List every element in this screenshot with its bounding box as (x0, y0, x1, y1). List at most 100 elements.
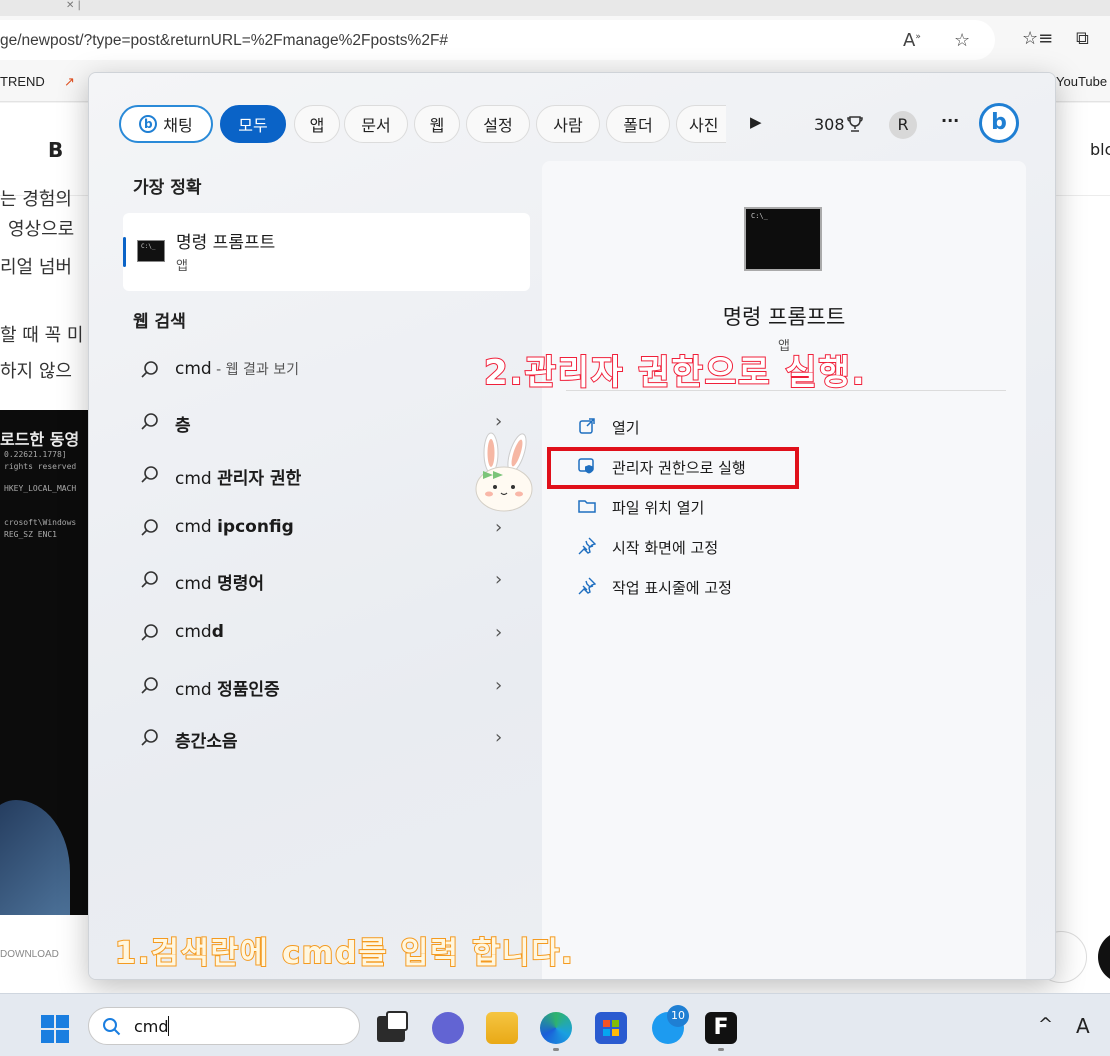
action-label: 열기 (612, 419, 640, 437)
url-field[interactable]: ge/newpost/?type=post&returnURL=%2Fmanag… (0, 20, 995, 60)
favorite-star-icon[interactable]: ☆ (954, 30, 970, 51)
file-explorer-icon[interactable] (486, 1012, 518, 1044)
chip-label: 사람 (553, 116, 583, 135)
trend-chart-icon: ↗ (64, 74, 75, 89)
teams-chat-icon[interactable] (432, 1012, 464, 1044)
bold-button[interactable]: B (48, 138, 63, 162)
highlight-box (547, 447, 799, 489)
bookmark-trend[interactable]: TREND (0, 74, 45, 89)
search-icon (141, 624, 158, 641)
web-result-item[interactable]: cmd 명령어 › (139, 563, 519, 603)
dark-circle-button[interactable] (1098, 931, 1110, 983)
chevron-right-icon[interactable]: › (495, 727, 502, 748)
search-icon (141, 519, 158, 536)
annotation-step-2: 2.관리자 권한으로 실행. (483, 352, 867, 394)
search-icon (103, 1018, 121, 1036)
search-text: cmd (134, 1017, 169, 1036)
bing-icon: b (139, 115, 158, 133)
chip-photos[interactable]: 사진 (676, 105, 726, 143)
web-result-text: cmd (175, 574, 218, 594)
favorites-list-icon[interactable]: ☆≡ (1022, 28, 1053, 49)
action-open[interactable]: 열기 (578, 414, 878, 442)
web-result-text: cmd (175, 622, 212, 642)
web-result-item[interactable]: cmdd › (139, 616, 519, 656)
tray-overflow-icon[interactable]: ^ (1038, 1014, 1053, 1035)
taskbar-search-input[interactable]: cmd (88, 1007, 360, 1045)
web-result-item[interactable]: cmd 정품인증 › (139, 669, 519, 709)
text-caret (168, 1016, 169, 1036)
best-match-type: 앱 (176, 259, 188, 274)
body-text-line: 하지 않으 (0, 361, 72, 382)
chip-chat[interactable]: b 채팅 (119, 105, 213, 143)
best-match-result[interactable]: C:\_ 명령 프롬프트 앱 (123, 213, 530, 291)
body-text-line: 는 경험의 (0, 189, 72, 210)
chip-all[interactable]: 모두 (220, 105, 286, 143)
edge-browser-icon[interactable] (540, 1012, 572, 1044)
read-aloud-icon[interactable]: A» (903, 30, 921, 51)
download-label[interactable]: DOWNLOAD (0, 949, 59, 960)
web-result-bold: 명령어 (217, 574, 265, 594)
search-icon (141, 413, 158, 430)
app-f-icon[interactable]: F (705, 1012, 737, 1044)
action-pin-to-taskbar[interactable]: 작업 표시줄에 고정 (578, 574, 878, 602)
chevron-right-icon[interactable]: › (495, 569, 502, 590)
web-result-item[interactable]: 층 › (139, 405, 519, 445)
chip-label: 설정 (483, 116, 513, 135)
bookmark-youtube[interactable]: YouTube (1056, 74, 1107, 89)
best-match-title: 명령 프롬프트 (176, 233, 276, 253)
chip-apps[interactable]: 앱 (294, 105, 340, 143)
web-result-bold: 층 (175, 416, 191, 436)
bing-logo-icon[interactable]: b (979, 103, 1019, 143)
web-result-item[interactable]: 층간소음 › (139, 721, 519, 761)
search-icon (141, 729, 158, 746)
chevron-right-icon[interactable]: › (495, 622, 502, 643)
taskbar: cmd 10 F ^ A (0, 993, 1110, 1056)
video-terminal-line: crosoft\Windows (4, 518, 77, 527)
video-terminal-line: REG_SZ ENC1 (4, 530, 57, 539)
task-view-front-icon (386, 1011, 408, 1031)
web-search-heading: 웹 검색 (133, 312, 186, 332)
chip-folders[interactable]: 폴더 (606, 105, 670, 143)
rewards-trophy-icon (847, 116, 863, 132)
chevron-right-icon[interactable]: › (495, 675, 502, 696)
body-text-line: 리얼 넘버 (0, 257, 72, 278)
open-external-icon (579, 418, 595, 434)
more-options-icon[interactable]: ··· (941, 111, 959, 130)
web-result-item[interactable]: cmd 관리자 권한 (139, 458, 519, 498)
chevron-right-icon[interactable]: › (495, 517, 502, 538)
video-terminal-line: HKEY_LOCAL_MACH (4, 484, 77, 493)
video-terminal-line: rights reserved (4, 462, 77, 471)
chevron-right-icon[interactable]: › (495, 411, 502, 432)
video-thumbnail[interactable]: 로드한 동영 0.22621.1778] rights reserved HKE… (0, 410, 88, 915)
input-language-indicator[interactable]: A (1076, 1014, 1090, 1038)
web-result-bold: d (211, 622, 224, 642)
notification-badge: 10 (667, 1005, 689, 1027)
detail-pane: C:\_ 명령 프롬프트 앱 열기 관리자 권한으로 실행 파일 위치 열기 시… (542, 161, 1026, 979)
folder-icon (578, 500, 596, 513)
search-icon (141, 361, 158, 378)
detail-title: 명령 프롬프트 (722, 305, 846, 329)
chip-web[interactable]: 웹 (414, 105, 460, 143)
chip-settings[interactable]: 설정 (466, 105, 530, 143)
web-result-item[interactable]: cmd - 웹 결과 보기 (139, 353, 519, 393)
tab-close-icon[interactable]: ✕ | (66, 0, 81, 11)
search-icon (141, 677, 158, 694)
action-pin-to-start[interactable]: 시작 화면에 고정 (578, 534, 878, 562)
windows-start-icon[interactable] (40, 1014, 70, 1044)
best-match-heading: 가장 정확 (133, 178, 202, 198)
toolbar-right-label[interactable]: blc (1090, 140, 1110, 159)
chip-people[interactable]: 사람 (536, 105, 600, 143)
rewards-points[interactable]: 308 (814, 115, 845, 134)
scroll-chips-play-icon[interactable]: ▶ (750, 113, 762, 131)
web-result-text: cmd (175, 517, 218, 537)
action-open-file-location[interactable]: 파일 위치 열기 (578, 494, 878, 522)
collections-icon[interactable]: ⧉ (1076, 28, 1089, 49)
chip-documents[interactable]: 문서 (344, 105, 408, 143)
store-icon[interactable] (595, 1012, 627, 1044)
chip-label: 사진 (689, 116, 719, 135)
web-result-item[interactable]: cmd ipconfig › (139, 511, 519, 551)
web-result-suffix: - 웹 결과 보기 (211, 362, 299, 378)
command-prompt-icon: C:\_ (137, 240, 165, 262)
avatar[interactable]: R (889, 111, 917, 139)
pin-icon (578, 537, 596, 555)
